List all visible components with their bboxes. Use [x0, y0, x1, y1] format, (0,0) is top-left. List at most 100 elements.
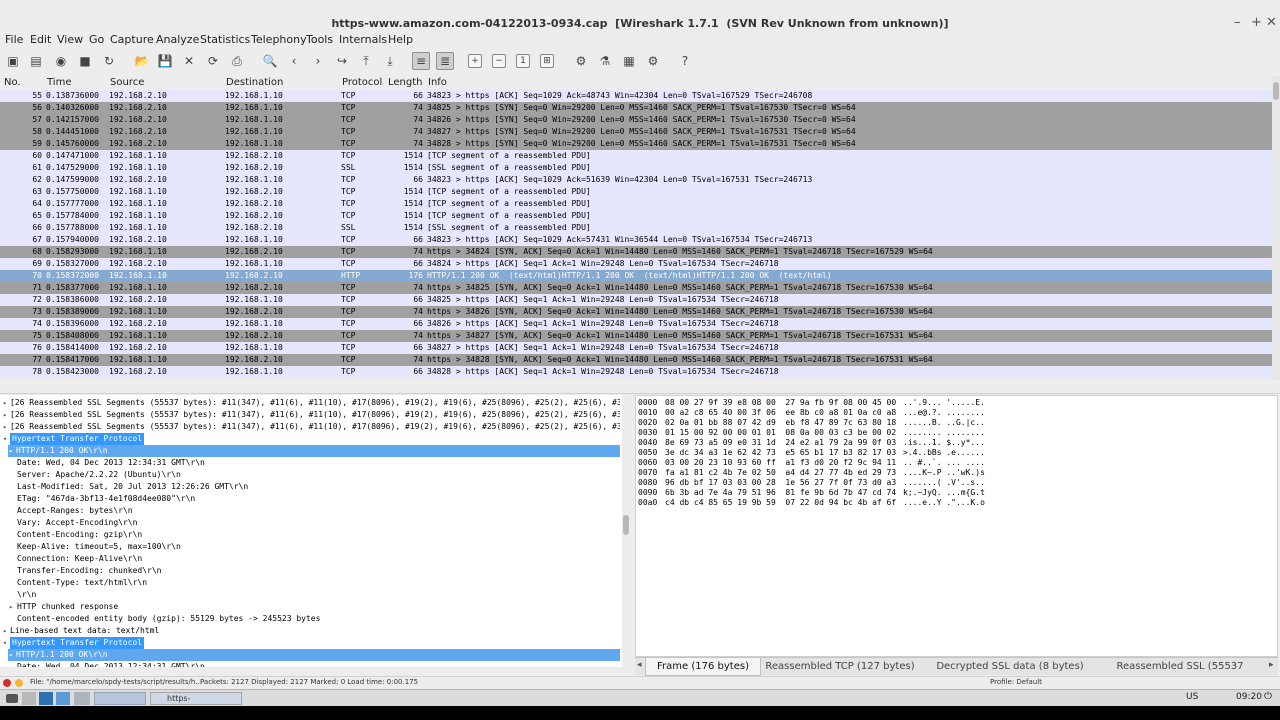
quicklaunch-desktop-icon[interactable]	[74, 692, 90, 705]
tab-reassembled-tcp[interactable]: Reassembled TCP (127 bytes)	[765, 658, 915, 676]
menu-statistics[interactable]: Statistics	[200, 33, 250, 46]
close-icon[interactable]: ✕	[1266, 15, 1277, 30]
autoscroll-icon[interactable]: ≣	[436, 52, 454, 70]
clock[interactable]: 09:20	[1236, 692, 1262, 705]
capture-filters-icon[interactable]: ⚙	[572, 52, 590, 70]
packet-row[interactable]: 57 0.142157000 192.168.2.10 192.168.1.10 TCP…	[0, 114, 1272, 126]
packet-row[interactable]: 77 0.158417000 192.168.1.10 192.168.2.10 TCP…	[0, 354, 1272, 366]
packet-row[interactable]: 70 0.158372000 192.168.1.10 192.168.2.10 HTT…	[0, 270, 1272, 282]
packet-row[interactable]: 67 0.157940000 192.168.2.10 192.168.1.10 TCP…	[0, 234, 1272, 246]
options-icon[interactable]: ▤	[27, 52, 45, 70]
packet-row[interactable]: 61 0.147529000 192.168.1.10 192.168.2.10 SSL…	[0, 162, 1272, 174]
find-packet-icon[interactable]: 🔍	[261, 52, 279, 70]
packet-row[interactable]: 74 0.158396000 192.168.2.10 192.168.1.10 TCP…	[0, 318, 1272, 330]
print-icon[interactable]: ⎙	[228, 52, 246, 70]
packet-row[interactable]: 72 0.158386000 192.168.2.10 192.168.1.10 TCP…	[0, 294, 1272, 306]
interfaces-icon[interactable]: ▣	[4, 52, 22, 70]
detail-tree-item[interactable]: \r\n	[0, 589, 620, 601]
detail-tree-item[interactable]: Accept-Ranges: bytes\r\n	[0, 505, 620, 517]
collapsed-arrow-icon[interactable]: ▸	[9, 649, 13, 661]
packet-row[interactable]: 71 0.158377000 192.168.1.10 192.168.2.10 TCP…	[0, 282, 1272, 294]
packet-row[interactable]: 75 0.158408000 192.168.1.10 192.168.2.10 TCP…	[0, 330, 1272, 342]
packet-row[interactable]: 55 0.138736000 192.168.2.10 192.168.1.10 TCP…	[0, 90, 1272, 102]
column-info[interactable]: Info	[428, 77, 447, 88]
detail-tree-item[interactable]: ▸ [26 Reassembled SSL Segments (55537 byt…	[0, 409, 620, 421]
quicklaunch-browser-icon[interactable]	[56, 692, 70, 705]
menu-help[interactable]: Help	[388, 33, 413, 46]
column-destination[interactable]: Destination	[226, 77, 283, 88]
save-file-icon[interactable]: 💾	[156, 52, 174, 70]
detail-tree-item[interactable]: Keep-Alive: timeout=5, max=100\r\n	[0, 541, 620, 553]
zoom-in-icon[interactable]: +	[468, 54, 482, 68]
packet-row[interactable]: 66 0.157788000 192.168.1.10 192.168.2.10 SSL…	[0, 222, 1272, 234]
menu-analyze[interactable]: Analyze	[156, 33, 199, 46]
detail-tree-item[interactable]: Date: Wed, 04 Dec 2013 12:34:31 GMT\r\n	[0, 661, 620, 667]
packet-row[interactable]: 59 0.145760000 192.168.2.10 192.168.1.10 TCP…	[0, 138, 1272, 150]
go-back-icon[interactable]: ‹	[285, 52, 303, 70]
detail-tree-item[interactable]: Content-encoded entity body (gzip): 5512…	[0, 613, 620, 625]
detail-tree-item[interactable]: Date: Wed, 04 Dec 2013 12:34:31 GMT\r\n	[0, 457, 620, 469]
tab-reassembled-ssl[interactable]: Reassembled SSL (55537 bytes)	[1100, 658, 1260, 689]
go-to-packet-icon[interactable]: ↪	[333, 52, 351, 70]
packet-details-tree[interactable]: ▸ [26 Reassembled SSL Segments (55537 byt…	[0, 395, 622, 667]
expanded-arrow-icon[interactable]: ▾	[3, 637, 7, 649]
packet-row[interactable]: 64 0.157777000 192.168.1.10 192.168.2.10 TCP…	[0, 198, 1272, 210]
detail-tree-item[interactable]: ▾ Hypertext Transfer Protocol	[0, 637, 620, 649]
help-icon[interactable]: ?	[676, 52, 694, 70]
packet-row[interactable]: 60 0.147471000 192.168.1.10 192.168.2.10 TCP…	[0, 150, 1272, 162]
resize-columns-icon[interactable]: ⊞	[540, 54, 554, 68]
display-filters-icon[interactable]: ⚗	[596, 52, 614, 70]
maximize-icon[interactable]: +	[1251, 15, 1262, 30]
column-source[interactable]: Source	[110, 77, 144, 88]
menu-tools[interactable]: Tools	[306, 33, 333, 46]
menu-telephony[interactable]: Telephony	[251, 33, 307, 46]
detail-tree-item[interactable]: Server: Apache/2.2.22 (Ubuntu)\r\n	[0, 469, 620, 481]
go-forward-icon[interactable]: ›	[309, 52, 327, 70]
quicklaunch-terminal-icon[interactable]	[22, 692, 36, 705]
open-file-icon[interactable]: 📂	[133, 52, 151, 70]
status-profile[interactable]: Profile: Default	[990, 678, 1042, 686]
packet-row[interactable]: 78 0.158423000 192.168.2.10 192.168.1.10 TCP…	[0, 366, 1272, 378]
column-protocol[interactable]: Protocol	[342, 77, 382, 88]
packet-row[interactable]: 58 0.144451000 192.168.2.10 192.168.1.10 TCP…	[0, 126, 1272, 138]
quicklaunch-files-icon[interactable]	[39, 692, 53, 705]
packet-row[interactable]: 56 0.140326000 192.168.2.10 192.168.1.10 TCP…	[0, 102, 1272, 114]
detail-tree-item[interactable]: Content-Type: text/html\r\n	[0, 577, 620, 589]
tab-frame[interactable]: Frame (176 bytes)	[645, 658, 761, 676]
detail-tree-item[interactable]: ▾ Hypertext Transfer Protocol	[0, 433, 620, 445]
packet-bytes-pane[interactable]: 0000 08 00 27 9f 39 e8 08 00 27 9a fb 9f …	[635, 395, 1278, 657]
tab-decrypted-ssl[interactable]: Decrypted SSL data (8 bytes)	[935, 658, 1085, 676]
detail-tree-item[interactable]: ▸ HTTP/1.1 200 OK\r\n	[8, 649, 620, 661]
detail-tree-item[interactable]: ▸ HTTP/1.1 200 OK\r\n	[8, 445, 620, 457]
colorize-icon[interactable]: ≡	[412, 52, 430, 70]
packet-row[interactable]: 65 0.157784000 192.168.1.10 192.168.2.10 TCP…	[0, 210, 1272, 222]
collapsed-arrow-icon[interactable]: ▸	[3, 625, 7, 637]
detail-tree-item[interactable]: Connection: Keep-Alive\r\n	[0, 553, 620, 565]
packet-row[interactable]: 69 0.158327000 192.168.2.10 192.168.1.10 TCP…	[0, 258, 1272, 270]
collapsed-arrow-icon[interactable]: ▸	[9, 445, 13, 457]
menu-view[interactable]: View	[57, 33, 83, 46]
restart-capture-icon[interactable]: ↻	[100, 52, 118, 70]
collapsed-arrow-icon[interactable]: ▸	[9, 601, 13, 613]
packet-row[interactable]: 62 0.147599000 192.168.2.10 192.168.1.10 TCP…	[0, 174, 1272, 186]
stop-capture-icon[interactable]: ■	[76, 52, 94, 70]
detail-tree-item[interactable]: ▸ HTTP chunked response	[0, 601, 620, 613]
detail-tree-item[interactable]: Transfer-Encoding: chunked\r\n	[0, 565, 620, 577]
reload-icon[interactable]: ⟳	[204, 52, 222, 70]
zoom-out-icon[interactable]: −	[492, 54, 506, 68]
detail-tree-item[interactable]: Content-Encoding: gzip\r\n	[0, 529, 620, 541]
packet-list[interactable]: 55 0.138736000 192.168.2.10 192.168.1.10 TCP…	[0, 90, 1272, 378]
detail-tree-item[interactable]: ▸ [26 Reassembled SSL Segments (55537 byt…	[0, 421, 620, 433]
details-scrollbar[interactable]	[622, 395, 630, 667]
detail-tree-item[interactable]: ▸ Line-based text data: text/html	[0, 625, 620, 637]
power-icon[interactable]: ⏻	[1264, 691, 1272, 704]
pane-splitter[interactable]	[0, 380, 1280, 394]
collapsed-arrow-icon[interactable]: ▸	[3, 397, 7, 409]
keyboard-layout[interactable]: US	[1186, 692, 1198, 705]
packet-row[interactable]: 76 0.158414000 192.168.2.10 192.168.1.10 TCP…	[0, 342, 1272, 354]
capture-comment-icon[interactable]	[15, 679, 23, 687]
packet-row[interactable]: 63 0.157750000 192.168.1.10 192.168.2.10 TCP…	[0, 186, 1272, 198]
column-time[interactable]: Time	[47, 77, 71, 88]
detail-tree-item[interactable]: ETag: "467da-3bf13-4e1f08d4ee080"\r\n	[0, 493, 620, 505]
column-no[interactable]: No.	[4, 77, 21, 88]
